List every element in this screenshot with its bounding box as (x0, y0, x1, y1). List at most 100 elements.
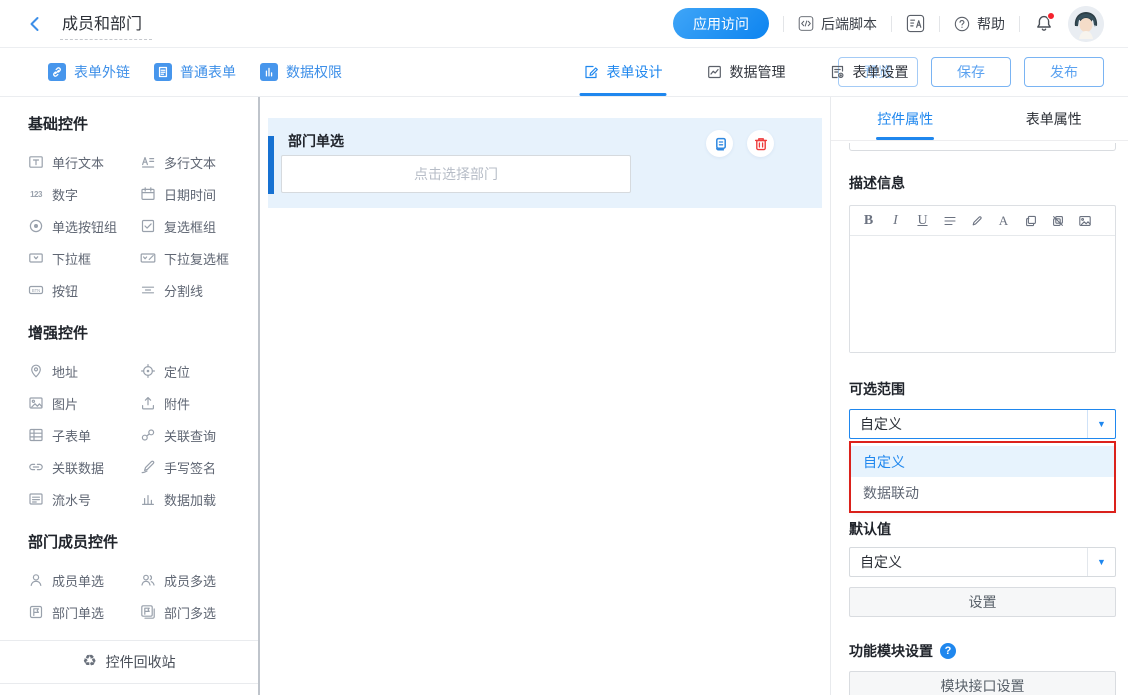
group-title-dept-member: 部门成员控件 (28, 531, 258, 552)
field-title-input-partial[interactable] (849, 143, 1116, 151)
nav-normal-form[interactable]: 普通表单 (154, 62, 236, 82)
control-attachment[interactable]: 附件 (140, 387, 252, 419)
multi-line-text-icon (140, 154, 156, 170)
control-number[interactable]: 123 数字 (28, 178, 140, 210)
copy-field-button[interactable] (706, 130, 733, 157)
save-button[interactable]: 保存 (931, 57, 1011, 87)
control-linked-query[interactable]: 关联查询 (140, 419, 252, 451)
divider (1019, 16, 1020, 32)
control-member-single[interactable]: 成员单选 (28, 564, 140, 596)
edit-pencil-icon[interactable] (969, 213, 984, 229)
control-checkbox-group[interactable]: 复选框组 (140, 210, 252, 242)
default-value-select[interactable]: 自定义 ▼ (849, 547, 1116, 577)
app-access-button[interactable]: 应用访问 (673, 8, 769, 39)
backend-script-label: 后端脚本 (821, 14, 877, 34)
dept-picker-input[interactable]: 点击选择部门 (281, 155, 631, 193)
tab-label: 表单设计 (607, 62, 663, 82)
default-select-value: 自定义 (850, 548, 1087, 576)
selected-field-dept-single[interactable]: 部门单选 点击选择部门 (268, 118, 822, 208)
control-location[interactable]: 定位 (140, 355, 252, 387)
select-icon (28, 250, 44, 266)
tab-control-properties[interactable]: 控件属性 (831, 97, 980, 140)
backend-script-button[interactable]: 后端脚本 (798, 14, 877, 34)
control-serial-number[interactable]: 流水号 (28, 483, 140, 515)
range-select[interactable]: 自定义 ▼ (849, 409, 1116, 439)
calendar-icon (140, 186, 156, 202)
description-textarea[interactable] (850, 236, 1115, 352)
control-subform[interactable]: 子表单 (28, 419, 140, 451)
divider (939, 16, 940, 32)
control-linked-data[interactable]: 关联数据 (28, 451, 140, 483)
operation-log-icon[interactable] (906, 14, 925, 34)
control-multi-line-text[interactable]: 多行文本 (140, 146, 252, 178)
map-pin-icon (28, 363, 44, 379)
form-toolbar: 表单外链 普通表单 数据权限 表单设计 数据管理 表单设置 (0, 48, 1128, 97)
person-icon (28, 572, 44, 588)
control-radio-group[interactable]: 单选按钮组 (28, 210, 140, 242)
control-dept-multi[interactable]: 部门多选 (140, 596, 252, 628)
control-signature[interactable]: 手写签名 (140, 451, 252, 483)
back-icon[interactable] (26, 15, 44, 33)
nav-data-permission[interactable]: 数据权限 (260, 62, 342, 82)
unlink-icon[interactable] (1050, 213, 1065, 229)
insert-image-icon[interactable] (1077, 213, 1092, 229)
help-button[interactable]: 帮助 (954, 14, 1005, 34)
control-divider[interactable]: 分割线 (140, 274, 252, 306)
control-address[interactable]: 地址 (28, 355, 140, 387)
control-multi-select[interactable]: 下拉复选框 (140, 242, 252, 274)
bold-icon[interactable]: B (861, 213, 876, 229)
form-design-icon (584, 64, 600, 80)
module-api-settings-button[interactable]: 模块接口设置 (849, 671, 1116, 695)
form-canvas[interactable]: 部门单选 点击选择部门 (260, 97, 830, 695)
control-datetime[interactable]: 日期时间 (140, 178, 252, 210)
button-icon: BTN (28, 282, 44, 298)
description-editor: B I U A (849, 205, 1116, 353)
delete-field-button[interactable] (747, 130, 774, 157)
group-title-basic: 基础控件 (28, 113, 258, 134)
control-label: 地址 (52, 362, 78, 381)
control-dept-single[interactable]: 部门单选 (28, 596, 140, 628)
control-member-multi[interactable]: 成员多选 (140, 564, 252, 596)
control-recycle-bin[interactable]: ♻ 控件回收站 (0, 640, 258, 684)
external-link-icon (48, 63, 66, 81)
align-icon[interactable] (942, 213, 957, 229)
nav-form-external-link[interactable]: 表单外链 (48, 62, 130, 82)
control-data-load[interactable]: 数据加载 (140, 483, 252, 515)
group-title-enhanced: 增强控件 (28, 322, 258, 343)
divider-icon (140, 282, 156, 298)
italic-icon[interactable]: I (888, 213, 903, 229)
publish-button[interactable]: 发布 (1024, 57, 1104, 87)
control-label: 按钮 (52, 281, 78, 300)
pen-icon (140, 459, 156, 475)
help-question-icon[interactable]: ? (940, 643, 956, 659)
tab-label: 数据管理 (730, 62, 786, 82)
serial-number-icon (28, 491, 44, 507)
help-icon (954, 16, 970, 32)
notification-bell-icon[interactable] (1034, 14, 1054, 34)
crosshair-icon (140, 363, 156, 379)
control-single-line-text[interactable]: 单行文本 (28, 146, 140, 178)
control-button[interactable]: BTN 按钮 (28, 274, 140, 306)
tab-form-properties[interactable]: 表单属性 (980, 97, 1128, 140)
app-title[interactable]: 成员和部门 (60, 8, 152, 40)
font-color-icon[interactable]: A (996, 213, 1011, 229)
properties-panel: 控件属性 表单属性 描述信息 B I U A (830, 97, 1128, 695)
option-custom[interactable]: 自定义 (851, 446, 1114, 477)
control-select[interactable]: 下拉框 (28, 242, 140, 274)
underline-icon[interactable]: U (915, 213, 930, 229)
control-image[interactable]: 图片 (28, 387, 140, 419)
user-avatar[interactable] (1068, 6, 1104, 42)
field-label: 部门单选 (288, 131, 344, 151)
settings-button[interactable]: 设置 (849, 587, 1116, 617)
copy-format-icon[interactable] (1023, 213, 1038, 229)
option-data-linkage[interactable]: 数据联动 (851, 477, 1114, 508)
tab-form-design[interactable]: 表单设计 (584, 48, 663, 96)
tab-form-settings[interactable]: 表单设置 (830, 48, 909, 96)
control-label: 单行文本 (52, 153, 104, 172)
department-icon (28, 604, 44, 620)
module-settings-label: 功能模块设置 ? (849, 641, 1116, 661)
multi-select-icon (140, 250, 156, 266)
tab-data-management[interactable]: 数据管理 (707, 48, 786, 96)
linked-query-icon (140, 427, 156, 443)
control-label: 成员多选 (164, 571, 216, 590)
